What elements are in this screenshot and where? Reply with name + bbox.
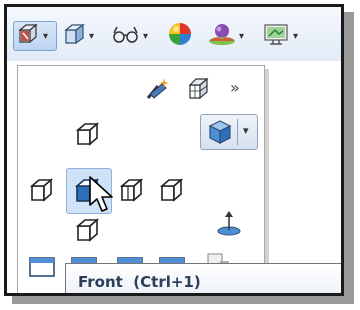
view-orientation-icon [17,22,41,50]
more-chevron-icon[interactable]: » [230,78,240,97]
chevron-down-icon[interactable]: ▾ [143,31,148,42]
mouse-pointer-icon [87,175,119,219]
top-view-icon[interactable] [74,120,102,152]
hide-show-items-button[interactable]: ▾ [111,21,155,51]
standard-views-split-button[interactable]: ▾ [200,114,258,150]
bottom-view-icon[interactable] [74,216,102,248]
chevron-down-icon[interactable]: ▾ [89,31,94,42]
hide-show-icon [111,23,141,49]
display-style-icon [63,22,87,50]
view-orientation-panel: » ▾ [17,65,265,293]
split-divider [237,119,238,145]
tooltip: Front (Ctrl+1) [65,263,341,293]
new-view-icon[interactable] [144,76,172,106]
right-view-icon[interactable] [118,176,146,208]
view-settings-button[interactable]: ▾ [263,21,307,51]
chevron-down-icon[interactable]: ▾ [43,31,48,42]
display-style-button[interactable]: ▾ [63,21,103,51]
single-view-icon[interactable] [28,256,56,282]
appearance-sphere-icon [167,21,193,51]
screenshot-frame: ▾ ▾ ▾ ▾ ▾ » ▾ Front (Ctrl+1) [4,4,344,296]
view-orientation-button[interactable]: ▾ [13,21,57,51]
view-settings-icon [263,22,291,50]
chevron-down-icon[interactable]: ▾ [293,31,298,42]
tooltip-text: Front (Ctrl+1) [78,273,201,291]
heads-up-toolbar: ▾ ▾ ▾ ▾ ▾ [7,7,341,61]
back-view-icon[interactable] [158,176,186,208]
isometric-view-icon[interactable] [207,119,233,149]
normal-to-view-icon[interactable] [214,208,244,242]
chevron-down-icon[interactable]: ▾ [239,31,244,42]
view-selector-icon[interactable] [186,76,212,106]
apply-scene-button[interactable]: ▾ [207,21,251,51]
edit-appearance-button[interactable] [167,21,197,51]
left-view-icon[interactable] [28,176,56,208]
chevron-down-icon[interactable]: ▾ [243,124,249,137]
scene-icon [207,21,237,51]
